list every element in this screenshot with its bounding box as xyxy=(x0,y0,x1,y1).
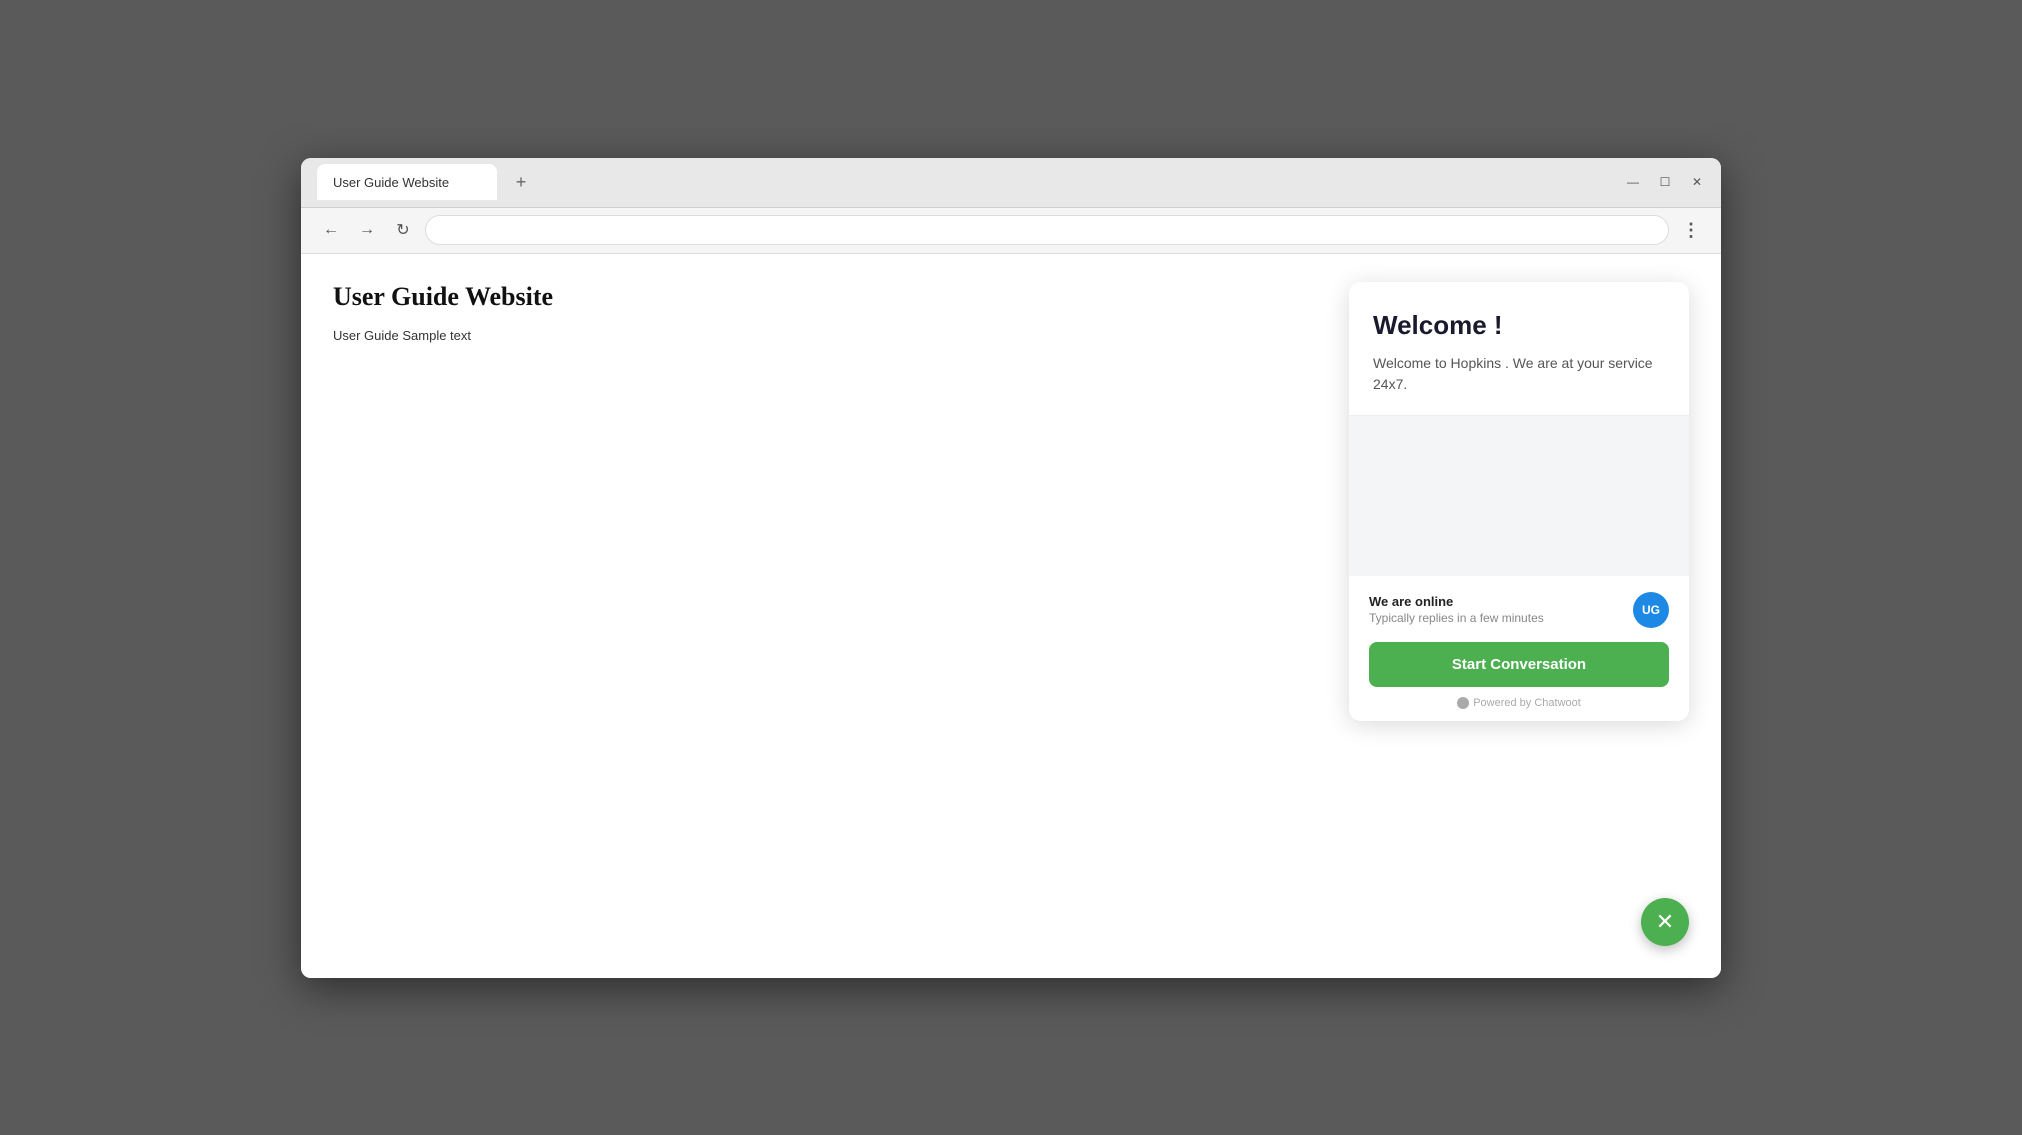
start-conversation-button[interactable]: Start Conversation xyxy=(1369,642,1669,687)
back-button[interactable]: ← xyxy=(317,216,345,244)
chat-footer: We are online Typically replies in a few… xyxy=(1349,576,1689,721)
chat-status-row: We are online Typically replies in a few… xyxy=(1369,592,1669,628)
page-content: User Guide Website User Guide Sample tex… xyxy=(301,254,1721,978)
navigation-bar: ← → ↻ ⋮ xyxy=(301,208,1721,254)
powered-icon xyxy=(1457,697,1469,709)
active-tab[interactable]: User Guide Website xyxy=(317,164,497,200)
tab-label: User Guide Website xyxy=(333,175,449,190)
chat-powered-by: Powered by Chatwoot xyxy=(1369,697,1669,709)
chat-body xyxy=(1349,416,1689,576)
forward-button[interactable]: → xyxy=(353,216,381,244)
chat-close-float-button[interactable]: ✕ xyxy=(1641,898,1689,946)
chat-status-reply: Typically replies in a few minutes xyxy=(1369,611,1544,625)
address-bar[interactable] xyxy=(425,215,1669,245)
chat-avatar: UG xyxy=(1633,592,1669,628)
maximize-button[interactable]: ☐ xyxy=(1657,174,1673,190)
chat-status-info: We are online Typically replies in a few… xyxy=(1369,594,1544,625)
more-options-button[interactable]: ⋮ xyxy=(1677,216,1705,244)
chat-welcome-title: Welcome ! xyxy=(1373,310,1665,341)
chat-widget: Welcome ! Welcome to Hopkins . We are at… xyxy=(1349,282,1689,721)
browser-window: User Guide Website + — ☐ ✕ ← → ↻ xyxy=(301,158,1721,978)
close-button[interactable]: ✕ xyxy=(1689,174,1705,190)
chat-status-online: We are online xyxy=(1369,594,1544,609)
minimize-button[interactable]: — xyxy=(1625,174,1641,190)
chat-welcome-text: Welcome to Hopkins . We are at your serv… xyxy=(1373,353,1665,395)
reload-button[interactable]: ↻ xyxy=(389,216,417,244)
window-controls: — ☐ ✕ xyxy=(1625,174,1705,190)
chat-welcome-section: Welcome ! Welcome to Hopkins . We are at… xyxy=(1349,282,1689,415)
title-bar: User Guide Website + — ☐ ✕ xyxy=(301,158,1721,208)
new-tab-button[interactable]: + xyxy=(505,166,537,198)
